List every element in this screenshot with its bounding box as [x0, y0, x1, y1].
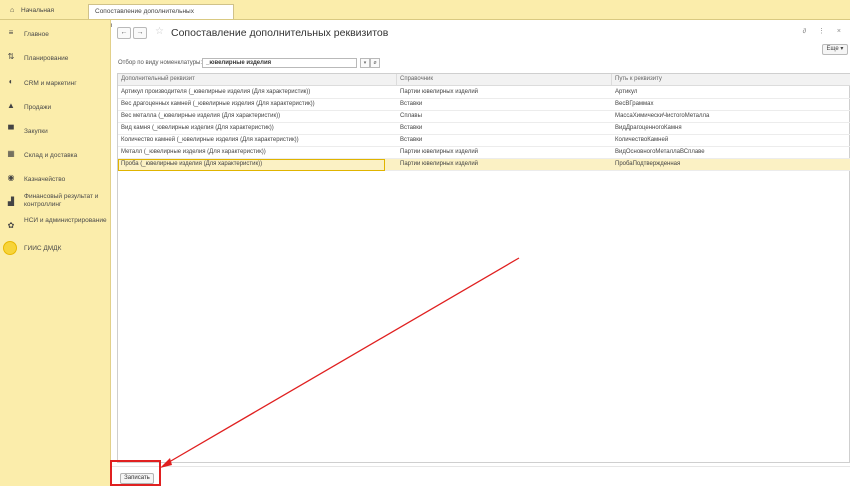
table-row[interactable]: Артикул производителя (_ювелирные издели… [118, 87, 850, 99]
sidebar-item-warehouse[interactable]: ▦ Склад и доставка [0, 149, 111, 161]
cell-requisite: Вид камня (_ювелирные изделия (Для харак… [121, 125, 274, 131]
column-header[interactable]: Путь к реквизиту [615, 76, 662, 82]
table-row[interactable]: Металл (_ювелирные изделия (Для характер… [118, 147, 850, 159]
cell-path: ПробаПодтвержденная [615, 161, 681, 167]
annotation-highlight-box [110, 460, 161, 486]
column-header[interactable]: Дополнительный реквизит [121, 76, 195, 82]
tab-bar: ⌂Начальная страница Сопоставление дополн… [0, 0, 850, 29]
sidebar-item-label: Закупки [24, 128, 48, 135]
cell-catalog: Партии ювелирных изделий [400, 149, 479, 155]
more-button[interactable]: Еще ▾ [822, 44, 848, 55]
cell-catalog: Сплавы [400, 113, 422, 119]
sidebar-item-label: Склад и доставка [24, 152, 78, 159]
back-button[interactable]: ← [117, 27, 131, 39]
sidebar-item-dmdk[interactable]: ГИИС ДМДК [0, 240, 111, 256]
sidebar-item-label: Планирование [24, 55, 69, 62]
column-divider [396, 74, 397, 86]
cell-path: КоличествоКамней [615, 137, 669, 143]
crm-icon: ◐ [8, 77, 14, 86]
home-icon: ⌂ [10, 7, 15, 14]
window-controls[interactable]: ∂ ⋮ × [803, 27, 846, 35]
cell-catalog: Вставки [400, 101, 423, 107]
table-row[interactable]: Вес металла (_ювелирные изделия (Для хар… [118, 111, 850, 123]
sidebar-item-label: CRM и маркетинг [24, 80, 77, 87]
sidebar-item-label: НСИ и администрирование [24, 217, 107, 224]
requisites-table: Дополнительный реквизит Справочник Путь … [117, 73, 850, 463]
sidebar-item-admin[interactable]: ✿ НСИ и администрирование [0, 216, 111, 236]
tab-home[interactable]: ⌂Начальная страница [4, 4, 88, 28]
cell-path: МассаХимическиЧистогоМеталла [615, 113, 710, 119]
filter-dropdown-button[interactable]: ▾ [360, 58, 370, 68]
cell-catalog: Вставки [400, 137, 423, 143]
table-header: Дополнительный реквизит Справочник Путь … [118, 74, 850, 86]
table-row[interactable]: Количество камней (_ювелирные изделия (Д… [118, 135, 850, 147]
sidebar-item-label: Казначейство [24, 176, 66, 183]
cell-path: ВесВГраммах [615, 101, 654, 107]
cell-path: ВидОсновногоМеталлаВСплаве [615, 149, 705, 155]
sidebar-item-sales[interactable]: ▲ Продажи [0, 101, 111, 113]
cell-catalog: Партии ювелирных изделий [400, 161, 479, 167]
cell-requisite: Вес драгоценных камней (_ювелирные издел… [121, 101, 315, 107]
page-title: Сопоставление дополнительных реквизитов [171, 27, 389, 39]
sidebar-item-crm[interactable]: ◐ CRM и маркетинг [0, 77, 111, 89]
table-row-selected[interactable]: Проба (_ювелирные изделия (Для характери… [118, 159, 850, 171]
filter-label: Отбор по виду номенклатуры: [118, 60, 203, 66]
warehouse-icon: ▦ [7, 149, 15, 158]
filter-open-button[interactable]: ø [370, 58, 380, 68]
cell-requisite: Артикул производителя (_ювелирные издели… [121, 89, 311, 95]
chart-icon: ▟ [7, 197, 15, 206]
sidebar-item-purchases[interactable]: ▀ Закупки [0, 125, 111, 137]
cell-requisite: Количество камней (_ювелирные изделия (Д… [121, 137, 299, 143]
forward-button[interactable]: → [133, 27, 147, 39]
cell-catalog: Вставки [400, 125, 423, 131]
main-content: ← → ☆ Сопоставление дополнительных рекви… [112, 20, 850, 486]
table-row[interactable]: Вес драгоценных камней (_ювелирные издел… [118, 99, 850, 111]
menu-icon: ≡ [8, 28, 14, 37]
sidebar-item-label: Главное [24, 31, 49, 38]
cell-requisite: Металл (_ювелирные изделия (Для характер… [121, 149, 266, 155]
sidebar-item-treasury[interactable]: ◉ Казначейство [0, 173, 111, 185]
column-divider [611, 74, 612, 86]
sidebar-item-main[interactable]: ≡ Главное [0, 28, 111, 40]
dmdk-circle-icon [3, 241, 17, 255]
sidebar-item-planning[interactable]: ⇅ Планирование [0, 52, 111, 64]
cart-icon: ▀ [8, 125, 14, 134]
sidebar-item-finance[interactable]: ▟ Финансовый результат и контроллинг [0, 192, 111, 212]
cell-path: Артикул [615, 89, 638, 95]
sidebar-item-label: Продажи [24, 104, 52, 111]
tab-mapping[interactable]: Сопоставление дополнительных реквизитов× [88, 4, 234, 29]
treasury-icon: ◉ [7, 173, 15, 182]
cell-requisite: Вес металла (_ювелирные изделия (Для хар… [121, 113, 281, 119]
cell-catalog: Партии ювелирных изделий [400, 89, 479, 95]
table-row[interactable]: Вид камня (_ювелирные изделия (Для харак… [118, 123, 850, 135]
filter-input[interactable]: _ювелирные изделия [202, 58, 357, 68]
sidebar-item-label: Финансовый результат и контроллинг [24, 193, 99, 208]
cell-path: ВидДрагоценногоКамня [615, 125, 682, 131]
planning-icon: ⇅ [7, 52, 15, 61]
sidebar: ≡ Главное ⇅ Планирование ◐ CRM и маркети… [0, 20, 111, 486]
gear-icon: ✿ [7, 221, 15, 230]
favorite-star-icon[interactable]: ☆ [155, 26, 164, 37]
cell-requisite: Проба (_ювелирные изделия (Для характери… [121, 161, 263, 167]
column-header[interactable]: Справочник [400, 76, 433, 82]
sidebar-item-label: ГИИС ДМДК [24, 245, 62, 252]
footer-divider [112, 466, 850, 467]
sales-icon: ▲ [7, 101, 15, 110]
